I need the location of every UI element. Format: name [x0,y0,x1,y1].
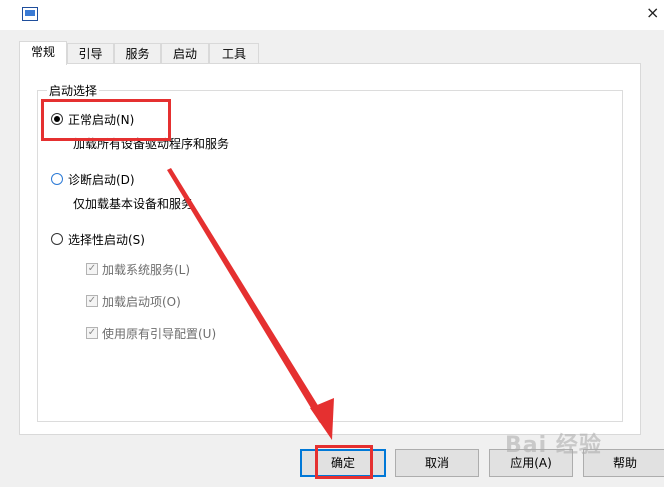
arrow-shaft [167,168,327,423]
system-configuration-window: × 常规 引导 服务 启动 工具 启动选择 正常启动(N) 加载所有设备驱动程序… [0,0,664,487]
tab-general[interactable]: 常规 [19,41,67,65]
baidu-watermark: Bai 经验 [505,433,602,458]
annotation-arrow [167,168,334,440]
